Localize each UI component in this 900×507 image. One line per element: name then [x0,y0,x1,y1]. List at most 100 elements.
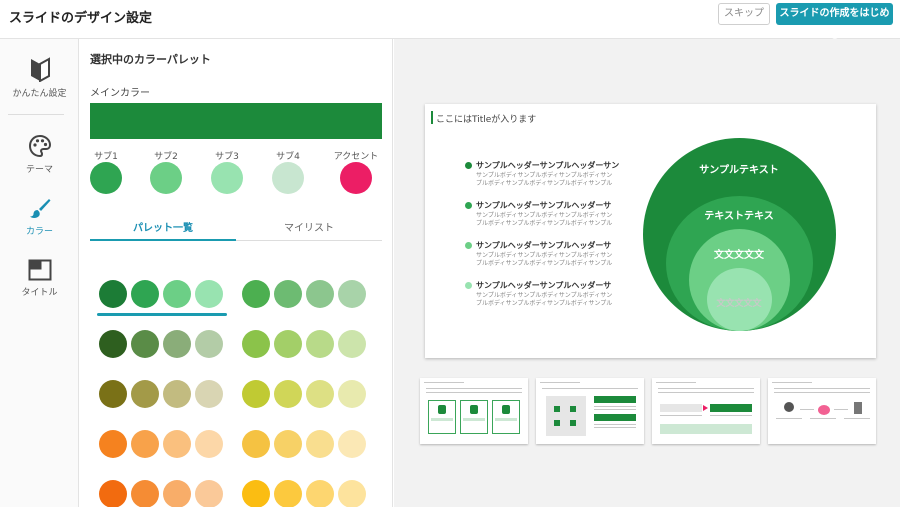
bullet-header: サンプルヘッダーサンプルヘッダーサ [476,241,612,250]
color-settings-panel: 選択中のカラーパレット メインカラー サブ1 サブ2 サブ3 サブ4 アクセント… [80,39,393,507]
slide-thumbnail-4[interactable] [768,378,876,444]
palette-color-dot[interactable] [242,280,270,308]
panel-title: 選択中のカラーパレット [90,53,211,66]
bullet-body: サンプルボディサンプルボディサンプルボディサン プルボディサンプルボディサンプルボ… [476,292,613,307]
palette-color-dot[interactable] [306,380,334,408]
page-title: スライドのデザイン設定 [9,11,153,26]
top-bar: スライドのデザイン設定 スキップ スライドの作成をはじめる [0,0,900,41]
palette-color-dot[interactable] [131,280,159,308]
bullet-body: サンプルボディサンプルボディサンプルボディサン プルボディサンプルボディサンプルボ… [476,252,613,267]
palette-color-dot[interactable] [195,330,223,358]
slide-thumbnail-2[interactable] [536,378,644,444]
tab-my-list[interactable]: マイリスト [236,219,382,234]
palette-icon [28,134,51,158]
palette-color-dot[interactable] [131,330,159,358]
palette-color-dot[interactable] [306,430,334,458]
sidebar-item-easy-setup[interactable]: かんたん設定 [0,56,79,99]
sub2-label: サブ2 [154,152,178,162]
palette-color-dot[interactable] [242,380,270,408]
palette-color-dot[interactable] [163,280,191,308]
bullet-header: サンプルヘッダーサンプルヘッダーサ [476,201,612,210]
palette-color-dot[interactable] [99,480,127,507]
sidebar-item-label: テーマ [25,165,53,175]
bullet-dot [465,162,472,169]
title-layout-icon [28,259,51,281]
palette-color-dot[interactable] [242,480,270,507]
accent-swatch[interactable] [340,162,372,194]
sub4-swatch[interactable] [272,162,304,194]
sidebar: かんたん設定 テーマ カラー タイトル [0,39,79,507]
palette-color-dot[interactable] [163,480,191,507]
bullet-body: サンプルボディサンプルボディサンプルボディサン プルボディサンプルボディサンプルボ… [476,212,613,227]
skip-button[interactable]: スキップ [718,3,770,25]
main-color-swatch[interactable] [90,103,382,139]
tab-active-indicator [90,239,236,241]
sidebar-item-title[interactable]: タイトル [0,259,79,298]
bullet-header: サンプルヘッダーサンプルヘッダーサ [476,281,612,290]
palette-color-dot[interactable] [306,330,334,358]
sub3-label: サブ3 [215,152,239,162]
bullet-header: サンプルヘッダーサンプルヘッダーサン [476,161,620,170]
palette-color-dot[interactable] [163,380,191,408]
palette-color-dot[interactable] [99,380,127,408]
bullet-dot [465,282,472,289]
slide-preview: ここにはTitleが入ります サンプルヘッダーサンプルヘッダーサン サンプルボデ… [425,104,876,358]
slide-title: ここにはTitleが入ります [436,115,537,125]
circle-label: 文文文文文 [714,250,764,261]
palette-color-dot[interactable] [242,330,270,358]
palette-color-dot[interactable] [274,430,302,458]
sub3-swatch[interactable] [211,162,243,194]
palette-color-dot[interactable] [338,480,366,507]
bullet-dot [465,202,472,209]
sub2-swatch[interactable] [150,162,182,194]
sidebar-item-theme[interactable]: テーマ [0,134,79,175]
slide-title-accent [431,111,433,124]
palette-color-dot[interactable] [274,380,302,408]
circle-label: 文文文文文 [716,299,762,309]
paintbrush-icon [29,199,50,218]
tab-palette-list[interactable]: パレット一覧 [90,219,236,234]
palette-color-dot[interactable] [338,280,366,308]
palette-color-dot[interactable] [306,480,334,507]
palette-color-dot[interactable] [195,480,223,507]
main-color-label: メインカラー [90,88,150,99]
bullet-dot [465,242,472,249]
palette-color-dot[interactable] [338,380,366,408]
sidebar-item-label: カラー [25,227,53,237]
palette-color-dot[interactable] [131,380,159,408]
start-creating-button[interactable]: スライドの作成をはじめる [776,3,893,41]
accent-label: アクセント [333,152,379,162]
slide-thumbnail-3[interactable] [652,378,760,444]
slide-preview-area: ここにはTitleが入ります サンプルヘッダーサンプルヘッダーサン サンプルボデ… [394,39,900,507]
palette-color-dot[interactable] [195,430,223,458]
circle-label: テキストテキス [704,211,774,222]
circle-label: サンプルテキスト [699,165,779,176]
palette-color-dot[interactable] [274,280,302,308]
sidebar-item-color[interactable]: カラー [0,196,79,237]
sidebar-divider [8,114,64,115]
palette-color-dot[interactable] [274,330,302,358]
palette-color-dot[interactable] [195,280,223,308]
palette-color-dot[interactable] [131,430,159,458]
selected-palette-indicator [97,313,227,316]
palette-color-dot[interactable] [274,480,302,507]
palette-color-dot[interactable] [99,330,127,358]
beginner-leaf-icon [30,57,50,82]
palette-color-dot[interactable] [99,430,127,458]
palette-color-dot[interactable] [338,330,366,358]
sidebar-item-label: かんたん設定 [12,89,67,99]
bullet-body: サンプルボディサンプルボディサンプルボディサン プルボディサンプルボディサンプルボ… [476,172,613,187]
palette-color-dot[interactable] [338,430,366,458]
sub1-label: サブ1 [94,152,118,162]
palette-color-dot[interactable] [131,480,159,507]
sub1-swatch[interactable] [90,162,122,194]
palette-color-dot[interactable] [99,280,127,308]
palette-color-dot[interactable] [242,430,270,458]
palette-color-dot[interactable] [306,280,334,308]
palette-color-dot[interactable] [163,330,191,358]
sidebar-item-label: タイトル [21,288,58,298]
sub4-label: サブ4 [276,152,300,162]
slide-thumbnail-1[interactable] [420,378,528,444]
palette-color-dot[interactable] [163,430,191,458]
palette-color-dot[interactable] [195,380,223,408]
